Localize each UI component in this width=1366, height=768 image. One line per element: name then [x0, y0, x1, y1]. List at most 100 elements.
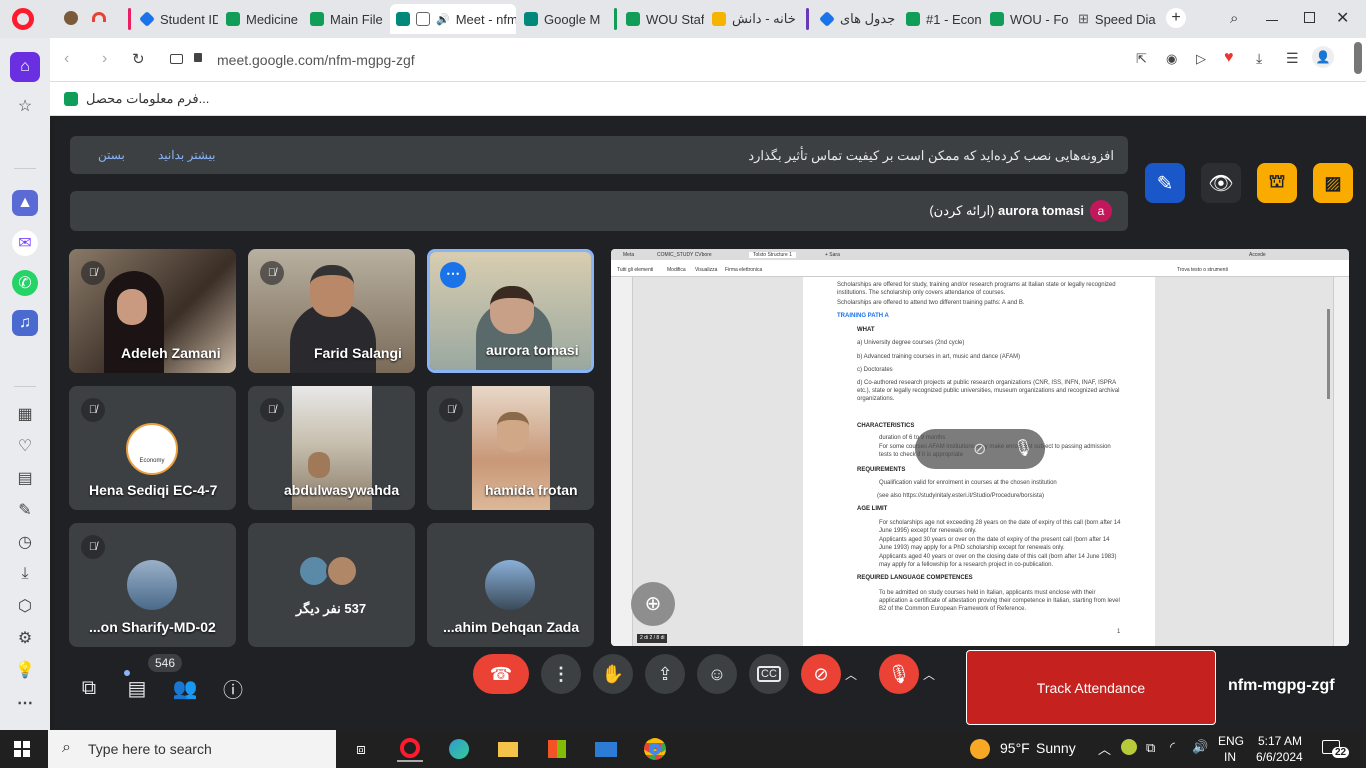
- scrollbar[interactable]: [1354, 42, 1362, 74]
- participant-tile[interactable]: 🎙̸ hamida frotan: [427, 386, 594, 510]
- participant-tile[interactable]: 🎙̸ Farid Salangi: [248, 249, 415, 373]
- tab-student-id[interactable]: Student ID: [134, 4, 218, 34]
- tab-medicine[interactable]: Medicine: [220, 4, 302, 34]
- leave-call-button[interactable]: ☎: [473, 654, 529, 694]
- restore-icon[interactable]: [1304, 12, 1315, 23]
- view-button[interactable]: 👁: [1201, 163, 1241, 203]
- tray-chevron-icon[interactable]: ︿: [1098, 739, 1111, 758]
- owl-tab-icon[interactable]: [64, 11, 78, 25]
- more-icon[interactable]: ⋯: [12, 690, 38, 716]
- download-icon[interactable]: ⤓: [1256, 50, 1262, 67]
- participant-tile-active[interactable]: ⋯ aurora tomasi: [427, 249, 594, 373]
- news-icon[interactable]: ▤: [12, 465, 38, 491]
- whatsapp-icon[interactable]: ✆: [12, 270, 38, 296]
- downloads-icon[interactable]: ⤓: [12, 561, 38, 587]
- new-tab-icon[interactable]: +: [1166, 8, 1186, 28]
- layout-button[interactable]: ⛫: [1257, 163, 1297, 203]
- raise-hand-button[interactable]: ✋: [593, 654, 633, 694]
- participant-tile[interactable]: 🎙̸ abdulwasywahda: [248, 386, 415, 510]
- edit-icon[interactable]: ✎: [12, 497, 38, 523]
- tab-google-meet[interactable]: Google M: [518, 4, 604, 34]
- camera-toggle-button[interactable]: ⊘: [801, 654, 841, 694]
- language-bottom[interactable]: IN: [1224, 750, 1236, 764]
- mic-off-icon[interactable]: 🎙: [1013, 438, 1033, 458]
- camera-options-chevron-icon[interactable]: ︿: [845, 666, 857, 683]
- music-player-icon[interactable]: ♫: [12, 310, 38, 336]
- tab-tables[interactable]: جدول های: [814, 4, 898, 34]
- snapshot-icon[interactable]: ◉: [1166, 51, 1177, 67]
- clock-date[interactable]: 6/6/2024: [1256, 750, 1303, 764]
- clock-time[interactable]: 5:17 AM: [1258, 734, 1302, 748]
- camera-off-icon[interactable]: ⊘: [973, 439, 986, 459]
- file-explorer-icon[interactable]: [495, 736, 521, 762]
- others-tile[interactable]: 537 نفر دیگر: [248, 523, 415, 647]
- activities-icon[interactable]: ⧉: [76, 675, 102, 701]
- reload-icon[interactable]: ↻: [132, 50, 145, 68]
- mic-toggle-button[interactable]: 🎙: [879, 654, 919, 694]
- people-icon[interactable]: 👥: [172, 675, 198, 701]
- info-icon[interactable]: ⓘ: [220, 675, 246, 702]
- notifications-icon[interactable]: 22: [1322, 738, 1350, 760]
- settings-icon[interactable]: ⚙: [12, 625, 38, 651]
- chrome-icon[interactable]: [642, 736, 668, 762]
- tab-main-file[interactable]: Main File: [304, 4, 388, 34]
- workspaces-icon[interactable]: ▦: [12, 401, 38, 427]
- annotate-button[interactable]: ✎: [1145, 163, 1185, 203]
- wifi-icon[interactable]: ◜: [1170, 739, 1175, 755]
- heart-icon[interactable]: ♡: [12, 433, 38, 459]
- opera-logo-icon[interactable]: [12, 8, 34, 30]
- participant-tile[interactable]: ...ahim Dehqan Zada: [427, 523, 594, 647]
- easy-setup-icon[interactable]: ☰: [1286, 50, 1299, 67]
- lock-icon[interactable]: [194, 53, 202, 62]
- network-icon[interactable]: ⧉: [1146, 740, 1155, 756]
- captions-button[interactable]: CC: [749, 654, 789, 694]
- tips-icon[interactable]: 💡: [12, 657, 38, 683]
- close-banner-link[interactable]: بستن: [98, 148, 125, 162]
- url-text[interactable]: meet.google.com/nfm-mgpg-zgf: [217, 52, 415, 68]
- reactions-button[interactable]: ☺: [697, 654, 737, 694]
- tab-econ[interactable]: #1 - Econ: [900, 4, 982, 34]
- heart-filled-icon[interactable]: ♥: [1224, 49, 1234, 67]
- chat-icon[interactable]: ▤: [124, 675, 150, 701]
- camera-indicator-icon[interactable]: [170, 54, 183, 64]
- minimize-icon[interactable]: [1266, 20, 1278, 21]
- windows-start-icon[interactable]: [14, 741, 30, 757]
- volume-icon[interactable]: 🔊: [1192, 739, 1208, 755]
- participant-tile[interactable]: 🎙̸ Adeleh Zamani: [69, 249, 236, 373]
- tab-wou-form[interactable]: WOU - Fo: [984, 4, 1068, 34]
- presentation-screen[interactable]: Meta COMIC_STUDY CVbore Tolsto Structure…: [611, 249, 1349, 646]
- tray-app-icon[interactable]: [1121, 739, 1137, 755]
- language-top[interactable]: ENG: [1218, 734, 1244, 748]
- profile-icon[interactable]: 👤: [1312, 46, 1334, 68]
- track-attendance-button[interactable]: Track Attendance: [966, 650, 1216, 725]
- share-icon[interactable]: ⇱: [1136, 51, 1147, 67]
- history-icon[interactable]: ◷: [12, 529, 38, 555]
- star-icon[interactable]: ☆: [12, 93, 38, 119]
- search-tabs-icon[interactable]: ⌕: [1230, 10, 1238, 27]
- send-icon[interactable]: ▷: [1196, 51, 1206, 67]
- participant-tile[interactable]: Economy 🎙̸ Hena Sediqi EC-4-7: [69, 386, 236, 510]
- back-icon[interactable]: ‹: [64, 50, 69, 68]
- extensions-icon[interactable]: ⬡: [12, 593, 38, 619]
- tab-meet[interactable]: 🔊 Meet - nfm: [390, 4, 516, 34]
- store-icon[interactable]: [544, 736, 570, 762]
- messenger-icon[interactable]: ✉: [12, 230, 38, 256]
- forward-icon[interactable]: ›: [102, 50, 107, 68]
- mic-options-chevron-icon[interactable]: ︿: [923, 666, 935, 683]
- mail-icon[interactable]: [593, 736, 619, 762]
- bookmark-item[interactable]: فرم معلومات محصل...: [64, 91, 209, 107]
- opera-taskbar-icon[interactable]: [397, 736, 423, 762]
- weather-sun-icon[interactable]: [970, 739, 990, 759]
- zoom-button[interactable]: ⊕: [631, 582, 675, 626]
- more-options-button[interactable]: ⋮: [541, 654, 581, 694]
- hide-presentation-button[interactable]: ▨: [1313, 163, 1353, 203]
- task-view-icon[interactable]: ⧈: [348, 736, 374, 762]
- learn-more-link[interactable]: بیشتر بدانید: [158, 148, 215, 162]
- more-options-icon[interactable]: ⋯: [440, 262, 466, 288]
- tab-home[interactable]: خانه - دانش: [706, 4, 802, 34]
- close-window-icon[interactable]: ✕: [1336, 8, 1349, 28]
- participant-tile[interactable]: 🎙̸ ...on Sharify-MD-02: [69, 523, 236, 647]
- present-button[interactable]: ⇪: [645, 654, 685, 694]
- taskbar-search[interactable]: ⌕ Type here to search: [48, 730, 336, 768]
- edge-icon[interactable]: [446, 736, 472, 762]
